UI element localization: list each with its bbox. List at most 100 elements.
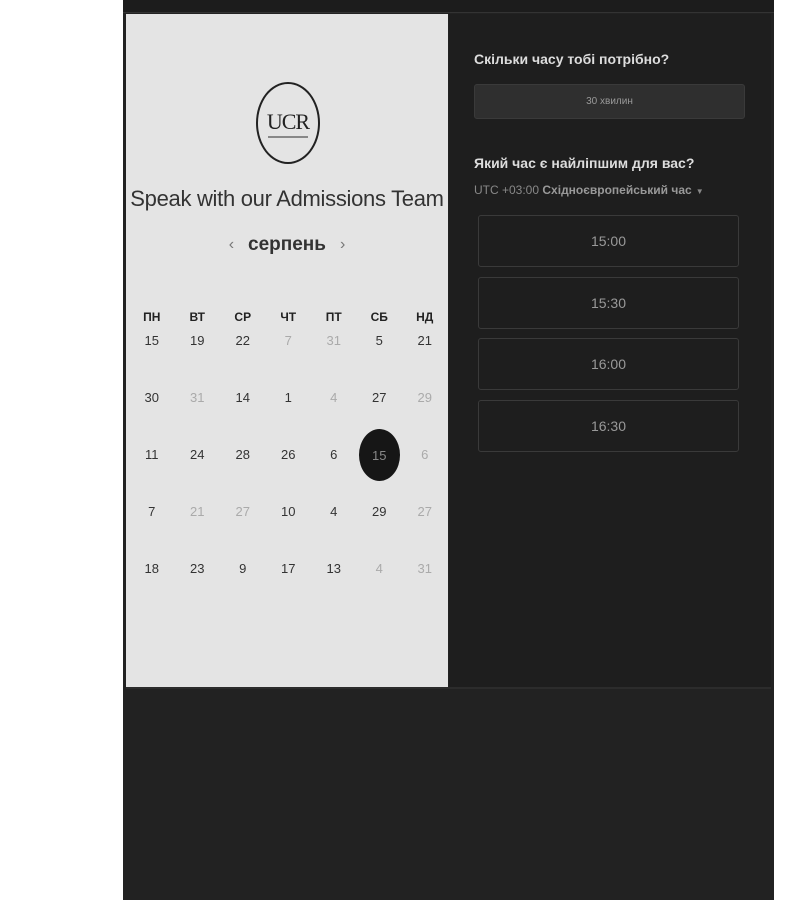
calendar-week: 15 19 22 7 31 5 21 [129, 328, 448, 385]
calendar-day[interactable]: 10 [266, 499, 312, 556]
day-number: 4 [375, 560, 383, 576]
weekday-label: СБ [370, 310, 388, 324]
timezone-select[interactable]: UTC +03:00 Східноєвропейський час ▼ [474, 183, 704, 197]
calendar-day-selected[interactable]: 15 [357, 429, 403, 499]
day-number: 24 [190, 446, 205, 462]
calendar-day[interactable]: 19 [175, 328, 221, 385]
calendar-day: 27 [220, 499, 266, 556]
day-number: 19 [190, 332, 205, 348]
day-number: 15 [144, 332, 159, 348]
calendar-day: 31 [402, 556, 448, 613]
calendar-day: 31 [175, 385, 221, 442]
calendar-day[interactable]: 7 [129, 499, 175, 556]
calendar-day: 27 [402, 499, 448, 556]
day-number: 10 [281, 503, 296, 519]
time-slot-button[interactable]: 15:00 [478, 215, 739, 267]
day-number: 4 [330, 389, 338, 405]
day-number: 30 [144, 389, 159, 405]
day-number: 18 [144, 560, 159, 576]
calendar-day[interactable]: 30 [129, 385, 175, 442]
calendar-day[interactable]: 22 [220, 328, 266, 385]
calendar-week: 11 24 28 26 6 15 6 [129, 429, 448, 499]
weekday-label: ПТ [325, 310, 342, 324]
day-number: 27 [235, 503, 250, 519]
time-slot-list: 15:00 15:30 16:00 16:30 [478, 215, 739, 461]
day-number: 31 [190, 389, 205, 405]
ucr-logo: UCR [256, 82, 320, 164]
calendar-day: 31 [311, 328, 357, 385]
day-number: 29 [372, 503, 387, 519]
day-number: 23 [190, 560, 205, 576]
day-number: 14 [235, 389, 250, 405]
prev-month-icon[interactable]: ‹ [229, 236, 234, 254]
calendar-day: 6 [402, 442, 448, 499]
day-number: 29 [417, 389, 432, 405]
calendar-day[interactable]: 23 [175, 556, 221, 613]
top-bar [123, 0, 774, 13]
calendar-day: 29 [402, 385, 448, 442]
calendar-day[interactable]: 21 [402, 328, 448, 385]
time-question: Який час є найліпшим для вас? [474, 155, 695, 171]
day-number: 17 [281, 560, 296, 576]
logo-text: UCR [266, 108, 310, 134]
calendar-day[interactable]: 26 [266, 442, 312, 499]
day-number: 7 [284, 332, 292, 348]
tz-offset: UTC +03:00 [474, 183, 540, 197]
day-number: 27 [372, 389, 387, 405]
page-title: Speak with our Admissions Team [130, 186, 444, 211]
calendar-day[interactable]: 9 [220, 556, 266, 613]
day-number: 31 [417, 560, 432, 576]
calendar-week: 30 31 14 1 4 27 29 [129, 385, 448, 442]
calendar-day[interactable]: 18 [129, 556, 175, 613]
calendar-day[interactable]: 28 [220, 442, 266, 499]
tz-name: Східноєвропейський час [542, 183, 692, 197]
calendar-day: 21 [175, 499, 221, 556]
calendar-day[interactable]: 17 [266, 556, 312, 613]
calendar-day[interactable]: 1 [266, 385, 312, 442]
calendar-grid: ПН ВТ СР ЧТ ПТ СБ НД 15 19 22 7 31 5 21 30 31 14 1 4 27 29 11… [129, 306, 448, 613]
calendar-week: 7 21 27 10 4 29 27 [129, 499, 448, 556]
day-number: 13 [326, 560, 341, 576]
calendar-day[interactable]: 11 [129, 442, 175, 499]
day-number: 21 [417, 332, 432, 348]
calendar-day[interactable]: 5 [357, 328, 403, 385]
day-number: 1 [284, 389, 292, 405]
calendar-panel: UCR Speak with our Admissions Team ‹ сер… [126, 14, 448, 687]
calendar-day[interactable]: 15 [129, 328, 175, 385]
day-number: 11 [145, 446, 159, 462]
calendar-day[interactable]: 29 [357, 499, 403, 556]
day-number: 21 [190, 503, 205, 519]
time-slot-button[interactable]: 16:30 [478, 399, 739, 452]
day-number: 27 [417, 503, 432, 519]
divider [126, 687, 771, 689]
day-number: 6 [421, 446, 429, 462]
time-slot-button[interactable]: 15:30 [478, 276, 739, 329]
day-number: 28 [235, 446, 250, 462]
day-number: 26 [281, 446, 296, 462]
day-number: 9 [239, 560, 247, 576]
calendar-day[interactable]: 24 [175, 442, 221, 499]
logo-subtitle [268, 135, 308, 138]
time-slot-button[interactable]: 16:00 [478, 338, 739, 390]
calendar-day[interactable]: 13 [311, 556, 357, 613]
calendar-day[interactable]: 6 [311, 442, 357, 499]
day-number: 15 [358, 429, 400, 481]
scheduler-frame: UCR Speak with our Admissions Team ‹ сер… [123, 0, 774, 900]
calendar-day: 4 [357, 556, 403, 613]
weekday-label: СР [234, 310, 252, 324]
next-month-icon[interactable]: › [340, 236, 345, 254]
month-label: серпень [248, 234, 326, 255]
day-number: 6 [330, 446, 338, 462]
weekday-label: ЧТ [280, 310, 297, 324]
calendar-day: 7 [266, 328, 312, 385]
calendar-day[interactable]: 14 [220, 385, 266, 442]
duration-question: Скільки часу тобі потрібно? [474, 51, 670, 67]
calendar-week: 18 23 9 17 13 4 31 [129, 556, 448, 613]
weekday-header: ПН ВТ СР ЧТ ПТ СБ НД [129, 306, 448, 328]
duration-select[interactable]: 30 хвилин [474, 84, 745, 119]
chevron-down-icon: ▼ [695, 187, 704, 196]
calendar-day[interactable]: 4 [311, 499, 357, 556]
day-number: 7 [148, 503, 156, 519]
weekday-label: НД [416, 310, 434, 324]
month-navigation: ‹ серпень › [126, 234, 448, 256]
